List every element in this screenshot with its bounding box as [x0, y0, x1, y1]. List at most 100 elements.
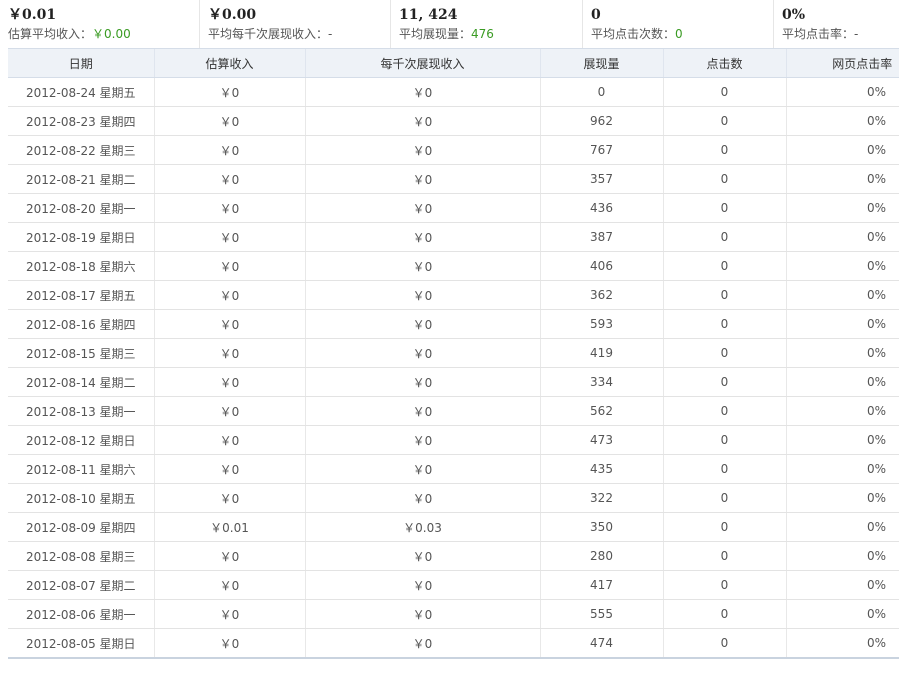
table-row: 2012-08-22 星期三 ￥0 ￥0 767 0 0%	[8, 135, 899, 165]
cell-impressions: 406	[539, 251, 663, 281]
cell-clicks: 0	[662, 135, 786, 165]
cell-ctr: 0%	[785, 599, 899, 629]
cell-date: 2012-08-17 星期五	[8, 280, 154, 310]
cell-rpm: ￥0	[304, 425, 540, 455]
cell-clicks: 0	[662, 106, 786, 136]
cell-date: 2012-08-05 星期日	[8, 628, 154, 659]
table-row: 2012-08-20 星期一 ￥0 ￥0 436 0 0%	[8, 193, 899, 223]
summary-ctr: 0% 平均点击率：-	[774, 0, 899, 48]
cell-estimated-revenue: ￥0	[153, 106, 305, 136]
cell-estimated-revenue: ￥0	[153, 338, 305, 368]
cell-estimated-revenue: ￥0	[153, 367, 305, 397]
table-row: 2012-08-06 星期一 ￥0 ￥0 555 0 0%	[8, 599, 899, 629]
cell-estimated-revenue: ￥0	[153, 193, 305, 223]
cell-clicks: 0	[662, 280, 786, 310]
cell-rpm: ￥0	[304, 396, 540, 426]
cell-estimated-revenue: ￥0	[153, 222, 305, 252]
cell-rpm: ￥0	[304, 309, 540, 339]
table-header-row: 日期 估算收入 每千次展现收入 展现量 点击数 网页点击率	[8, 48, 899, 78]
summary-sub-value: -	[854, 27, 859, 41]
cell-estimated-revenue: ￥0	[153, 541, 305, 571]
cell-ctr: 0%	[785, 454, 899, 484]
table-row: 2012-08-09 星期四 ￥0.01 ￥0.03 350 0 0%	[8, 512, 899, 542]
cell-estimated-revenue: ￥0	[153, 77, 305, 107]
cell-ctr: 0%	[785, 338, 899, 368]
cell-impressions: 562	[539, 396, 663, 426]
cell-ctr: 0%	[785, 280, 899, 310]
cell-clicks: 0	[662, 367, 786, 397]
cell-estimated-revenue: ￥0.01	[153, 512, 305, 542]
cell-clicks: 0	[662, 454, 786, 484]
cell-estimated-revenue: ￥0	[153, 425, 305, 455]
cell-estimated-revenue: ￥0	[153, 599, 305, 629]
cell-impressions: 767	[539, 135, 663, 165]
cell-impressions: 387	[539, 222, 663, 252]
cell-estimated-revenue: ￥0	[153, 570, 305, 600]
cell-estimated-revenue: ￥0	[153, 280, 305, 310]
cell-ctr: 0%	[785, 541, 899, 571]
cell-date: 2012-08-11 星期六	[8, 454, 154, 484]
cell-date: 2012-08-19 星期日	[8, 222, 154, 252]
cell-rpm: ￥0	[304, 164, 540, 194]
cell-clicks: 0	[662, 628, 786, 659]
cell-clicks: 0	[662, 251, 786, 281]
cell-date: 2012-08-14 星期二	[8, 367, 154, 397]
column-header-clicks[interactable]: 点击数	[662, 48, 786, 78]
cell-date: 2012-08-07 星期二	[8, 570, 154, 600]
cell-rpm: ￥0	[304, 193, 540, 223]
cell-impressions: 322	[539, 483, 663, 513]
cell-clicks: 0	[662, 396, 786, 426]
cell-impressions: 474	[539, 628, 663, 659]
cell-impressions: 357	[539, 164, 663, 194]
cell-impressions: 334	[539, 367, 663, 397]
cell-ctr: 0%	[785, 570, 899, 600]
cell-impressions: 435	[539, 454, 663, 484]
summary-label: 平均每千次展现收入：	[208, 27, 329, 41]
cell-impressions: 473	[539, 425, 663, 455]
table-row: 2012-08-17 星期五 ￥0 ￥0 362 0 0%	[8, 280, 899, 310]
cell-estimated-revenue: ￥0	[153, 164, 305, 194]
table-row: 2012-08-13 星期一 ￥0 ￥0 562 0 0%	[8, 396, 899, 426]
summary-sub-value: ￥0.00	[92, 27, 131, 41]
cell-date: 2012-08-22 星期三	[8, 135, 154, 165]
cell-clicks: 0	[662, 425, 786, 455]
summary-value: 0	[591, 7, 601, 23]
table-row: 2012-08-10 星期五 ￥0 ￥0 322 0 0%	[8, 483, 899, 513]
column-header-rpm[interactable]: 每千次展现收入	[304, 48, 540, 78]
cell-impressions: 350	[539, 512, 663, 542]
summary-clicks: 0 平均点击次数：0	[583, 0, 774, 48]
cell-estimated-revenue: ￥0	[153, 309, 305, 339]
cell-ctr: 0%	[785, 193, 899, 223]
cell-clicks: 0	[662, 599, 786, 629]
summary-label: 平均点击率：	[782, 27, 855, 41]
cell-ctr: 0%	[785, 222, 899, 252]
cell-date: 2012-08-16 星期四	[8, 309, 154, 339]
table-body: 2012-08-24 星期五 ￥0 ￥0 0 0 0% 2012-08-23 星期四 ￥0 ￥0…	[8, 77, 899, 659]
summary-label: 平均点击次数：	[591, 27, 676, 41]
summary-impressions: 11, 424 平均展现量：476	[391, 0, 583, 48]
cell-impressions: 962	[539, 106, 663, 136]
cell-date: 2012-08-09 星期四	[8, 512, 154, 542]
cell-date: 2012-08-21 星期二	[8, 164, 154, 194]
column-header-estimated-revenue[interactable]: 估算收入	[153, 48, 305, 78]
cell-ctr: 0%	[785, 483, 899, 513]
cell-ctr: 0%	[785, 106, 899, 136]
cell-rpm: ￥0	[304, 77, 540, 107]
cell-date: 2012-08-15 星期三	[8, 338, 154, 368]
cell-rpm: ￥0	[304, 251, 540, 281]
cell-ctr: 0%	[785, 396, 899, 426]
cell-rpm: ￥0	[304, 106, 540, 136]
cell-estimated-revenue: ￥0	[153, 628, 305, 659]
cell-date: 2012-08-10 星期五	[8, 483, 154, 513]
cell-date: 2012-08-20 星期一	[8, 193, 154, 223]
column-header-ctr[interactable]: 网页点击率	[785, 48, 899, 78]
table-row: 2012-08-21 星期二 ￥0 ￥0 357 0 0%	[8, 164, 899, 194]
cell-estimated-revenue: ￥0	[153, 483, 305, 513]
column-header-impressions[interactable]: 展现量	[539, 48, 663, 78]
column-header-date[interactable]: 日期	[8, 48, 154, 78]
table-row: 2012-08-15 星期三 ￥0 ￥0 419 0 0%	[8, 338, 899, 368]
table-row: 2012-08-16 星期四 ￥0 ￥0 593 0 0%	[8, 309, 899, 339]
cell-clicks: 0	[662, 541, 786, 571]
cell-rpm: ￥0	[304, 570, 540, 600]
summary-rpm: ￥0.00 平均每千次展现收入：-	[200, 0, 391, 48]
